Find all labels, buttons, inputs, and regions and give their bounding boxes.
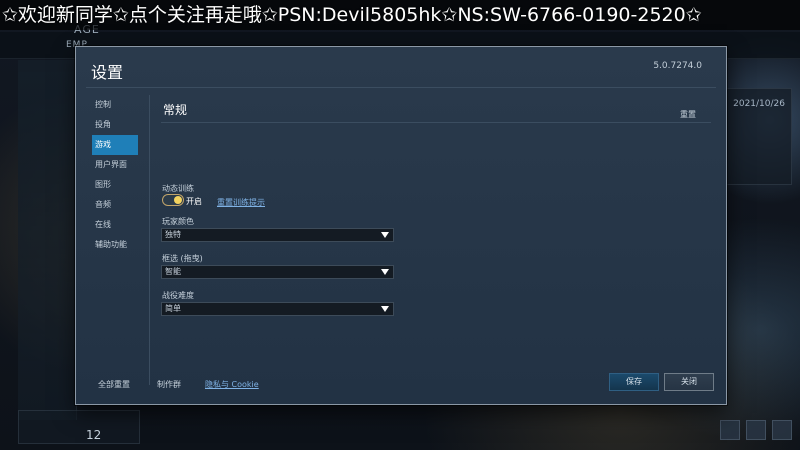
sidebar-item-graphics[interactable]: 图形 <box>92 175 152 195</box>
chevron-down-icon <box>381 269 389 275</box>
sidebar-item-accessibility[interactable]: 辅助功能 <box>92 235 152 255</box>
privacy-cookie-link[interactable]: 隐私与 Cookie <box>205 379 259 390</box>
sidebar-item-audio[interactable]: 音频 <box>92 195 152 215</box>
campaign-difficulty-value: 简单 <box>165 304 181 313</box>
dynamic-training-state: 开启 <box>186 197 202 206</box>
game-icon <box>720 420 740 440</box>
save-button[interactable]: 保存 <box>609 373 659 391</box>
dialog-title: 设置 <box>91 63 124 82</box>
dialog-footer: 全部重置 制作群 隐私与 Cookie 保存 关闭 <box>76 372 726 404</box>
reset-training-tips-link[interactable]: 重置训练提示 <box>217 197 265 208</box>
game-date: 2021/10/26 <box>733 99 785 109</box>
header-divider <box>86 87 716 88</box>
sidebar-item-online[interactable]: 在线 <box>92 215 152 235</box>
settings-content: 常规 重置 动态训练 开启 重置训练提示 玩家颜色 独特 框选 (拖曳) 智能 … <box>161 97 711 377</box>
sidebar-item-ui[interactable]: 用户界面 <box>92 155 152 175</box>
game-bottom-left-panel <box>18 410 140 444</box>
sidebar-item-camera[interactable]: 投角 <box>92 115 152 135</box>
section-divider <box>161 122 711 123</box>
chevron-down-icon <box>381 232 389 238</box>
player-color-select[interactable]: 独特 <box>161 228 394 242</box>
game-right-hud: 2021/10/26 <box>722 88 792 185</box>
settings-dialog: 设置 5.0.7274.0 控制 投角 游戏 用户界面 图形 音频 在线 辅助功… <box>75 46 727 405</box>
banner-text: ✩欢迎新同学✩点个关注再走哦✩PSN:Devil5805hk✩NS:SW-676… <box>2 4 702 26</box>
sidebar-item-controls[interactable]: 控制 <box>92 95 152 115</box>
player-color-value: 独特 <box>165 230 181 239</box>
stream-banner: ✩欢迎新同学✩点个关注再走哦✩PSN:Devil5805hk✩NS:SW-676… <box>0 0 800 30</box>
reset-button[interactable]: 重置 <box>680 109 696 120</box>
game-bottom-right-icons <box>642 420 792 442</box>
dialog-header: 设置 5.0.7274.0 <box>76 47 726 89</box>
dynamic-training-toggle[interactable] <box>162 194 184 206</box>
game-left-hud <box>18 60 77 420</box>
close-button[interactable]: 关闭 <box>664 373 714 391</box>
frame-select-dropdown[interactable]: 智能 <box>161 265 394 279</box>
turn-number: 12 <box>86 428 102 442</box>
sidebar-item-game[interactable]: 游戏 <box>92 135 138 155</box>
campaign-difficulty-label: 战役难度 <box>162 291 194 300</box>
settings-sidebar: 控制 投角 游戏 用户界面 图形 音频 在线 辅助功能 <box>92 95 152 355</box>
game-icon <box>772 420 792 440</box>
content-divider <box>149 95 150 385</box>
version-label: 5.0.7274.0 <box>653 61 702 71</box>
credits-button[interactable]: 制作群 <box>157 379 181 390</box>
reset-all-button[interactable]: 全部重置 <box>98 379 130 390</box>
player-color-label: 玩家颜色 <box>162 217 194 226</box>
frame-select-label: 框选 (拖曳) <box>162 254 203 263</box>
campaign-difficulty-dropdown[interactable]: 简单 <box>161 302 394 316</box>
toggle-knob <box>174 196 182 204</box>
dynamic-training-label: 动态训练 <box>162 184 194 193</box>
section-title: 常规 <box>163 103 188 117</box>
game-icon <box>746 420 766 440</box>
chevron-down-icon <box>381 306 389 312</box>
frame-select-value: 智能 <box>165 267 181 276</box>
